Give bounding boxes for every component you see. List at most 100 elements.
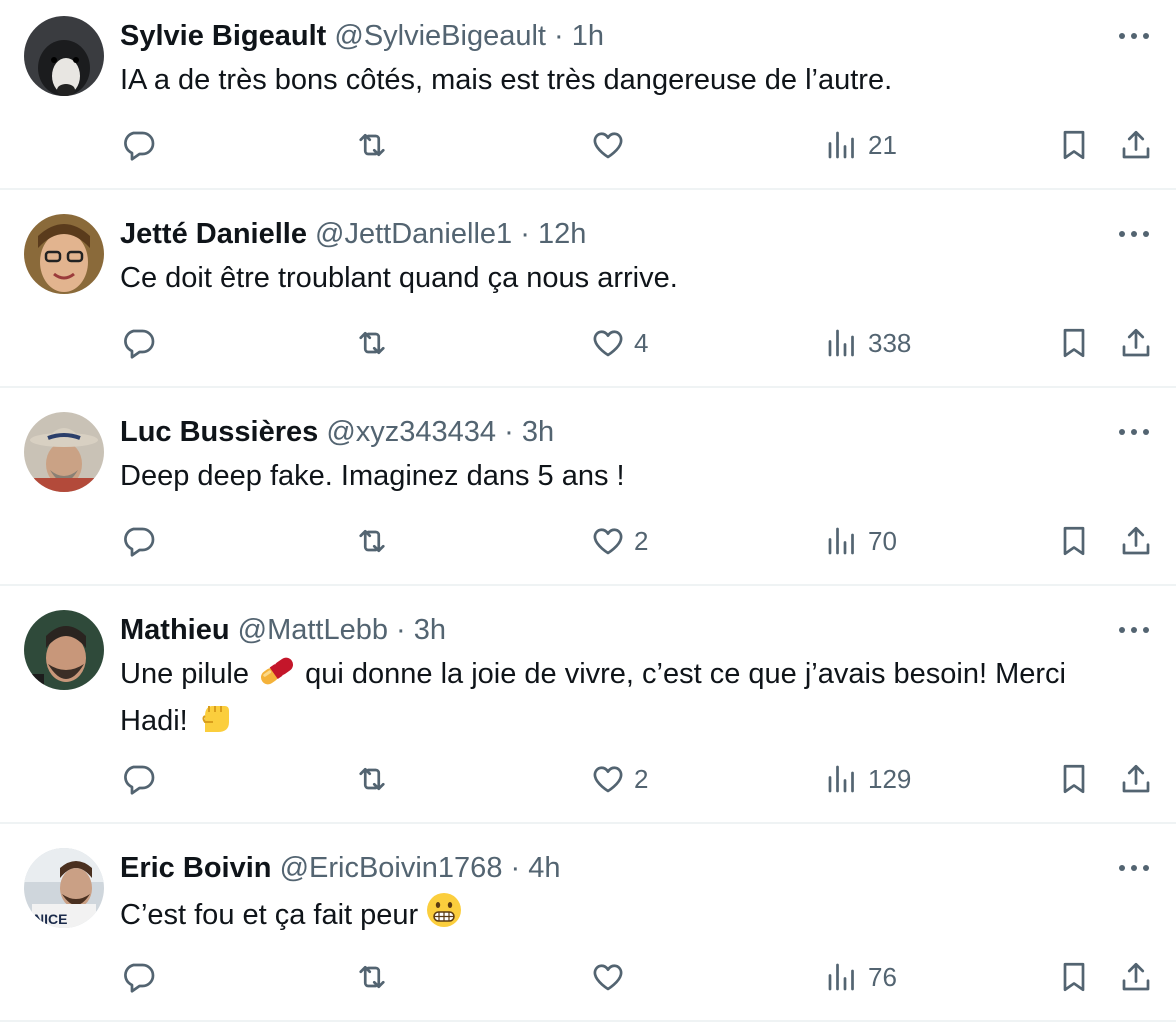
share-button[interactable] (1118, 123, 1154, 167)
share-icon (1122, 526, 1150, 555)
bookmark-button[interactable] (1056, 955, 1092, 999)
reply-icon (124, 329, 155, 359)
author-name[interactable]: Eric Boivin (120, 852, 272, 884)
reply-header: Eric Boivin @EricBoivin1768 · 4h (120, 850, 561, 886)
author-name[interactable]: Luc Bussières (120, 416, 318, 448)
reply-text: Deep deep fake. Imaginez dans 5 ans ! (120, 460, 625, 492)
author-handle[interactable]: @xyz343434 (326, 416, 496, 448)
heart-icon (593, 528, 623, 555)
views-button[interactable]: 129 (824, 757, 911, 801)
share-icon (1122, 764, 1150, 793)
views-icon (828, 527, 854, 555)
reply-button[interactable] (120, 123, 156, 167)
author-handle[interactable]: @JettDanielle1 (315, 218, 512, 250)
views-button[interactable]: 70 (824, 519, 897, 563)
bookmark-button[interactable] (1056, 757, 1092, 801)
reply-text: Une pilule qui donne la joie de vivre, c… (120, 654, 1130, 745)
like-button[interactable] (590, 955, 634, 999)
svg-text:NICE: NICE (34, 911, 67, 927)
separator-dot: · (520, 218, 530, 250)
action-bar: 2 129 (120, 757, 1176, 801)
heart-icon (593, 132, 623, 159)
views-icon (828, 329, 854, 357)
reply-text: Ce doit être troublant quand ça nous arr… (120, 262, 678, 294)
like-button[interactable]: 2 (590, 519, 648, 563)
like-button[interactable]: 2 (590, 757, 648, 801)
share-button[interactable] (1118, 757, 1154, 801)
reply-card[interactable]: Luc Bussières @xyz343434 · 3h Deep deep … (0, 388, 1176, 586)
reply-icon (124, 765, 155, 795)
reply-header: Luc Bussières @xyz343434 · 3h (120, 414, 554, 450)
views-icon (828, 765, 854, 793)
bookmark-button[interactable] (1056, 519, 1092, 563)
author-handle[interactable]: @EricBoivin1768 (280, 852, 503, 884)
timestamp[interactable]: 1h (572, 20, 604, 52)
share-icon (1122, 130, 1150, 159)
heart-icon (593, 766, 623, 793)
action-bar: 4 338 (120, 321, 1176, 365)
share-icon (1122, 962, 1150, 991)
separator-dot: · (504, 416, 514, 448)
retweet-button[interactable] (354, 321, 390, 365)
share-button[interactable] (1118, 321, 1154, 365)
timestamp[interactable]: 3h (522, 416, 554, 448)
avatar[interactable] (24, 412, 104, 492)
reply-card[interactable]: Sylvie Bigeault @SylvieBigeault · 1h IA … (0, 0, 1176, 190)
separator-dot: · (396, 614, 406, 646)
views-button[interactable]: 21 (824, 123, 897, 167)
author-handle[interactable]: @MattLebb (238, 614, 388, 646)
views-button[interactable]: 338 (824, 321, 911, 365)
reply-text: IA a de très bons côtés, mais est très d… (120, 64, 893, 96)
separator-dot: · (510, 852, 521, 884)
retweet-button[interactable] (354, 123, 390, 167)
pill-emoji-icon (257, 655, 297, 698)
reply-button[interactable] (120, 757, 156, 801)
like-button[interactable] (590, 123, 634, 167)
bookmark-button[interactable] (1056, 123, 1092, 167)
bookmark-icon (1063, 328, 1085, 358)
avatar[interactable]: NICE (24, 848, 104, 928)
reply-button[interactable] (120, 519, 156, 563)
view-count: 21 (868, 129, 897, 160)
reply-card[interactable]: NICE Eric Boivin @EricBoivin1768 · 4h C’… (0, 824, 1176, 1022)
more-icon[interactable] (1116, 222, 1152, 246)
retweet-button[interactable] (354, 757, 390, 801)
view-count: 76 (868, 961, 897, 992)
bookmark-icon (1063, 764, 1085, 794)
reply-card[interactable]: Mathieu @MattLebb · 3h Une pilule qui do… (0, 586, 1176, 824)
author-name[interactable]: Jetté Danielle (120, 218, 307, 250)
reply-button[interactable] (120, 955, 156, 999)
action-bar: 2 70 (120, 519, 1176, 563)
bookmark-button[interactable] (1056, 321, 1092, 365)
avatar[interactable] (24, 16, 104, 96)
reply-icon (124, 527, 155, 557)
reply-card[interactable]: Jetté Danielle @JettDanielle1 · 12h Ce d… (0, 190, 1176, 388)
raised-fist-emoji-icon (196, 698, 234, 745)
timestamp[interactable]: 3h (414, 614, 446, 646)
retweet-button[interactable] (354, 519, 390, 563)
reply-text: C’est fou et ça fait peur (120, 892, 1130, 939)
author-name[interactable]: Sylvie Bigeault (120, 20, 326, 52)
share-button[interactable] (1118, 955, 1154, 999)
more-icon[interactable] (1116, 856, 1152, 880)
author-name[interactable]: Mathieu (120, 614, 230, 646)
avatar[interactable] (24, 214, 104, 294)
retweet-button[interactable] (354, 955, 390, 999)
avatar[interactable] (24, 610, 104, 690)
reply-text-part: C’est fou et ça fait peur (120, 899, 419, 931)
like-count: 2 (634, 525, 649, 556)
timestamp[interactable]: 4h (528, 852, 560, 884)
reply-button[interactable] (120, 321, 156, 365)
more-icon[interactable] (1116, 24, 1152, 48)
views-icon (828, 131, 854, 159)
more-icon[interactable] (1116, 618, 1152, 642)
author-handle[interactable]: @SylvieBigeault (334, 20, 546, 52)
more-icon[interactable] (1116, 420, 1152, 444)
like-button[interactable]: 4 (590, 321, 648, 365)
views-button[interactable]: 76 (824, 955, 897, 999)
timestamp[interactable]: 12h (538, 218, 586, 250)
share-button[interactable] (1118, 519, 1154, 563)
view-count: 338 (868, 327, 912, 358)
like-count: 4 (634, 327, 649, 358)
heart-icon (593, 330, 623, 357)
